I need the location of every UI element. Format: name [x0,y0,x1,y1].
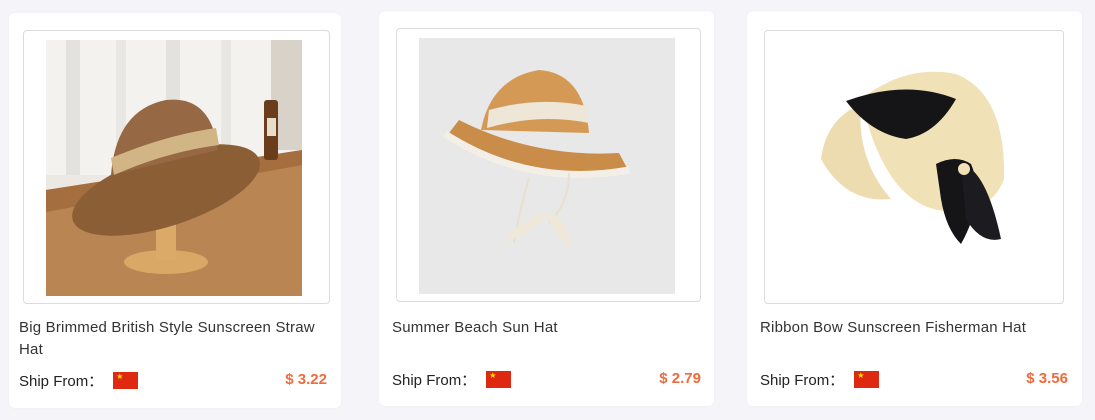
ship-from-label: Ship From： [19,373,104,390]
product-image-frame[interactable] [764,30,1064,304]
ship-from-label: Ship From： [392,372,477,389]
product-title[interactable]: Ribbon Bow Sunscreen Fisherman Hat [760,317,1070,339]
china-flag-icon: ★ [486,371,512,388]
ship-from: Ship From： ★ [760,369,880,390]
product-price: $ 2.79 [659,370,701,387]
product-price: $ 3.56 [1026,370,1068,387]
china-flag-icon: ★ [854,371,880,388]
ship-from: Ship From： ★ [19,370,139,391]
product-image[interactable] [786,39,1042,295]
product-title[interactable]: Big Brimmed British Style Sunscreen Stra… [19,317,319,361]
product-image[interactable] [46,40,302,296]
ship-from: Ship From： ★ [392,369,512,390]
china-flag-icon: ★ [113,372,139,389]
product-title[interactable]: Summer Beach Sun Hat [392,317,692,339]
product-image[interactable] [419,38,675,294]
product-card[interactable]: Summer Beach Sun Hat Ship From： ★ $ 2.79 [379,11,714,406]
ship-from-label: Ship From： [760,372,845,389]
product-price: $ 3.22 [285,371,327,388]
product-image-frame[interactable] [23,30,330,304]
product-card[interactable]: Big Brimmed British Style Sunscreen Stra… [9,13,341,408]
product-card[interactable]: Ribbon Bow Sunscreen Fisherman Hat Ship … [747,11,1082,406]
product-image-frame[interactable] [396,28,701,302]
